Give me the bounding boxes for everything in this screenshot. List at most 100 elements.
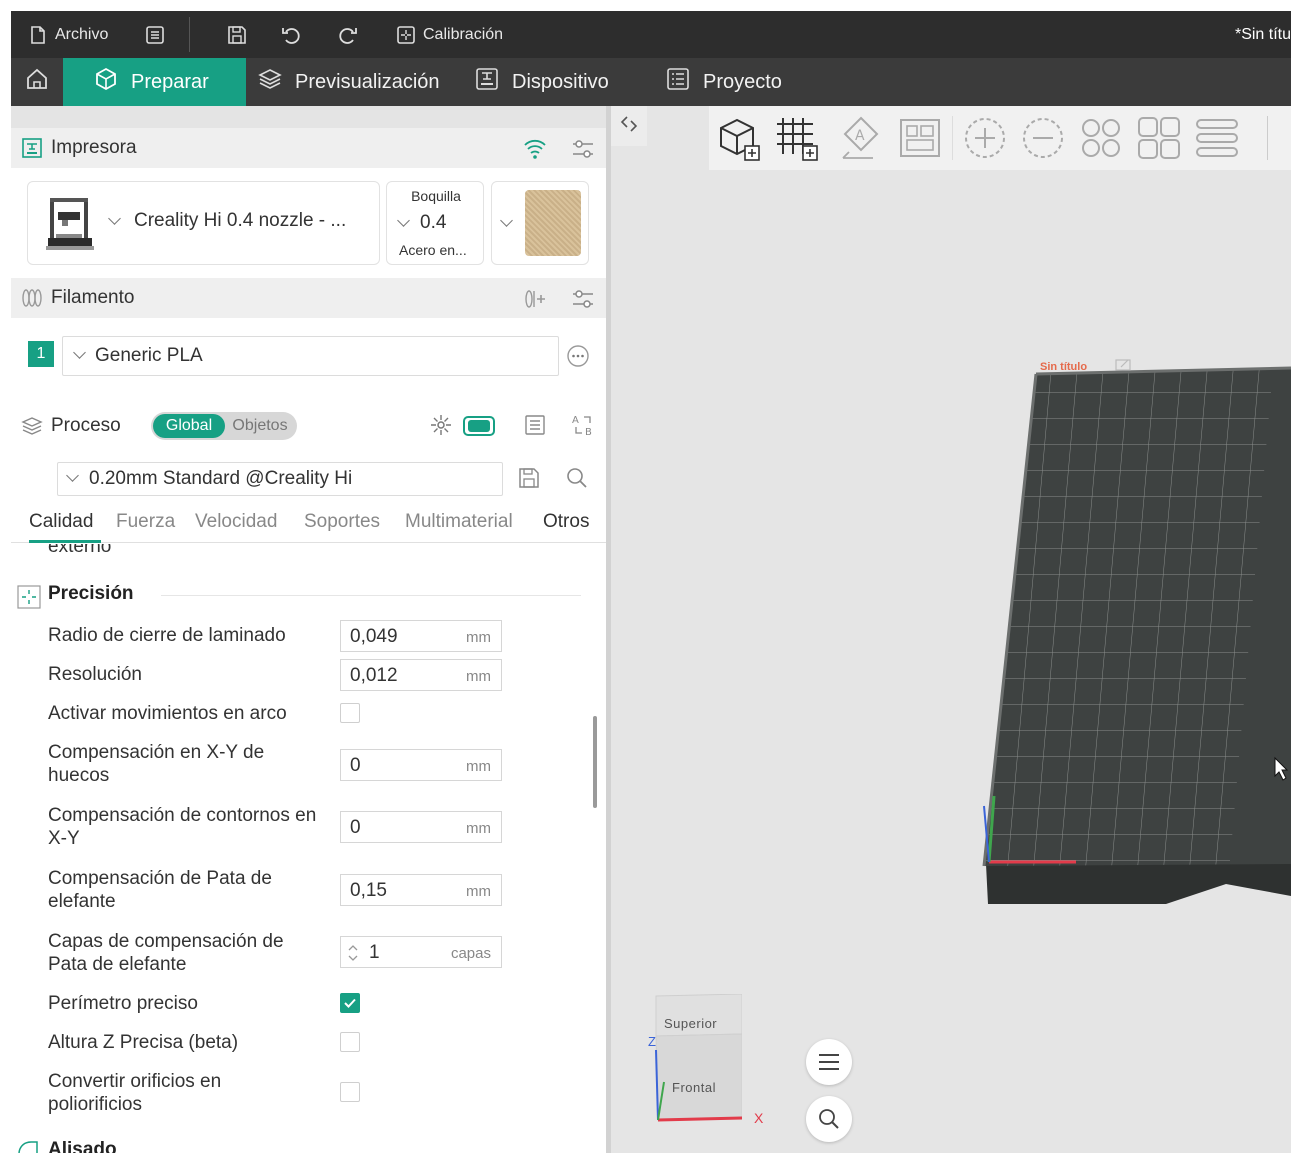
calibration-label: Calibración	[423, 25, 504, 43]
process-preset-name: 0.20mm Standard @Creality Hi	[89, 468, 353, 489]
tab-prepare[interactable]: Preparar	[63, 58, 246, 106]
nozzle-value: 0.4	[420, 212, 447, 233]
scope-objects[interactable]: Objetos	[227, 414, 293, 438]
chevron-down-icon	[73, 346, 86, 359]
printer-settings-icon[interactable]	[571, 137, 595, 167]
field-value: 0,012	[350, 665, 398, 686]
scope-switch[interactable]: Global Objetos	[151, 412, 297, 440]
3d-viewport[interactable]: A Sin título Superior Frontal Z X	[606, 106, 1291, 1153]
filament-dropdown[interactable]: Generic PLA	[62, 336, 559, 376]
active-tab-indicator	[29, 540, 101, 543]
tab-strength[interactable]: Fuerza	[116, 511, 175, 533]
setting-label: Convertir orificios en poliorificios	[48, 1071, 222, 1115]
polyholes-checkbox[interactable]	[340, 1082, 360, 1102]
view-cube[interactable]: Superior Frontal Z X	[648, 993, 763, 1126]
advanced-toggle[interactable]	[463, 416, 495, 436]
undo-button[interactable]	[280, 11, 302, 58]
setting-label: Compensación de contornos en X-Y	[48, 805, 317, 849]
calibration-menu[interactable]: Calibración	[395, 11, 503, 58]
wifi-icon[interactable]	[522, 137, 548, 167]
home-button[interactable]	[11, 58, 63, 106]
redo-icon	[337, 24, 359, 46]
view-menu-button[interactable]	[806, 1039, 852, 1085]
field-unit: capas	[450, 945, 491, 962]
file-menu[interactable]: Archivo	[27, 11, 108, 58]
more-options-icon[interactable]	[566, 344, 590, 373]
precise-z-height-checkbox[interactable]	[340, 1032, 360, 1052]
add-filament-icon[interactable]	[523, 287, 547, 317]
filament-icon	[21, 287, 43, 315]
edit-plate-name-icon[interactable]	[1115, 358, 1133, 377]
scope-global[interactable]: Global	[153, 414, 225, 438]
contour-xy-compensation-input[interactable]: 0 mm	[340, 811, 502, 843]
tab-speed[interactable]: Velocidad	[195, 511, 277, 533]
printer-selector[interactable]: Creality Hi 0.4 nozzle - ...	[27, 181, 380, 265]
process-preset-dropdown[interactable]: 0.20mm Standard @Creality Hi	[57, 462, 503, 496]
tab-multimaterial[interactable]: Multimaterial	[405, 511, 513, 533]
printer-name: Creality Hi 0.4 nozzle - ...	[134, 210, 347, 231]
menu-button[interactable]	[144, 11, 166, 58]
save-preset-icon[interactable]	[517, 466, 541, 495]
tab-supports[interactable]: Soportes	[304, 511, 380, 533]
tab-device[interactable]: Dispositivo	[474, 58, 609, 106]
magnifier-icon	[818, 1108, 840, 1135]
printer-section-header: Impresora	[11, 128, 606, 168]
filament-settings-icon[interactable]	[571, 287, 595, 317]
swap-ab-icon[interactable]: AB	[570, 412, 596, 443]
filament-slot-badge[interactable]: 1	[28, 341, 54, 367]
arc-moves-checkbox[interactable]	[340, 703, 360, 723]
elephant-foot-compensation-input[interactable]: 0,15 mm	[340, 874, 502, 906]
ironing-icon	[17, 1138, 41, 1153]
nozzle-label: Boquilla	[411, 188, 461, 204]
chevron-down-icon	[66, 469, 79, 482]
tab-device-label: Dispositivo	[512, 70, 609, 93]
file-icon	[27, 24, 49, 46]
hamburger-icon	[818, 1052, 840, 1077]
cube-front-face[interactable]	[655, 1033, 743, 1121]
zoom-search-button[interactable]	[806, 1096, 852, 1142]
bed-plate-selector[interactable]	[491, 181, 589, 265]
settings-list: externo Precisión Radio de cierre de lam…	[11, 544, 606, 1153]
compare-icon[interactable]	[523, 413, 547, 442]
save-button[interactable]	[226, 11, 248, 58]
home-icon	[24, 66, 50, 98]
chevron-down-icon	[108, 212, 121, 225]
tab-prepare-label: Preparar	[131, 70, 209, 93]
filament-section-header: Filamento	[11, 278, 606, 318]
tab-quality[interactable]: Calidad	[29, 511, 93, 533]
file-menu-label: Archivo	[55, 25, 109, 43]
setting-label: Compensación en X-Y de huecos	[48, 742, 265, 786]
slice-closing-radius-input[interactable]: 0,049 mm	[340, 620, 502, 652]
chevron-down-icon	[500, 214, 513, 227]
nozzle-material: Acero en...	[399, 242, 467, 258]
prepare-icon	[93, 66, 119, 98]
filament-section-label: Filamento	[51, 287, 135, 308]
tab-preview[interactable]: Previsualización	[257, 58, 440, 106]
setting-label: Activar movimientos en arco	[48, 703, 287, 724]
plate-name-label[interactable]: Sin título	[1040, 361, 1087, 373]
nozzle-selector[interactable]: Boquilla 0.4 Acero en...	[386, 181, 484, 265]
cube-front-label: Frontal	[672, 1080, 716, 1095]
setting-label: Capas de compensación de Pata de elefant…	[48, 931, 284, 975]
field-value: 1	[369, 942, 380, 963]
redo-button[interactable]	[337, 11, 359, 58]
group-precision-title: Precisión	[48, 583, 134, 604]
tab-project[interactable]: Proyecto	[665, 58, 782, 106]
device-icon	[474, 66, 500, 98]
elephant-foot-layers-stepper[interactable]: 1 capas	[340, 936, 502, 968]
search-icon[interactable]	[565, 466, 589, 495]
svg-text:B: B	[585, 427, 592, 438]
settings-scrollbar[interactable]	[593, 716, 597, 808]
resolution-input[interactable]: 0,012 mm	[340, 659, 502, 691]
tab-others[interactable]: Otros	[543, 511, 589, 533]
checkmark-icon	[344, 998, 356, 1008]
field-value: 0,15	[350, 880, 387, 901]
chevron-down-icon	[397, 214, 410, 227]
advanced-icon[interactable]	[429, 413, 453, 442]
precise-wall-checkbox[interactable]	[340, 993, 360, 1013]
toggle-knob	[468, 420, 490, 432]
hole-xy-compensation-input[interactable]: 0 mm	[340, 749, 502, 781]
plate-grid	[984, 368, 1274, 866]
stepper-arrows-icon[interactable]	[347, 941, 359, 971]
list-menu-icon	[144, 24, 166, 46]
